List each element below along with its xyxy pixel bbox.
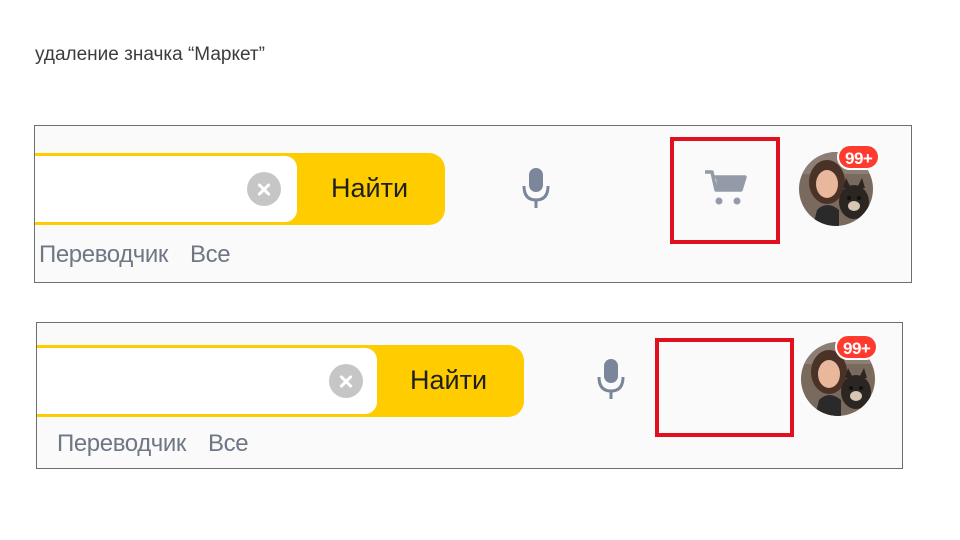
link-translator[interactable]: Переводчик	[39, 241, 168, 268]
service-links: Переводчик Все	[57, 430, 270, 458]
highlight-box	[655, 338, 794, 437]
link-translator[interactable]: Переводчик	[57, 430, 186, 457]
clear-icon[interactable]	[247, 172, 281, 206]
service-links: Переводчик Все	[39, 241, 252, 269]
search-bar: Найти	[37, 345, 524, 417]
highlight-box	[670, 137, 780, 244]
notification-badge: 99+	[837, 144, 881, 170]
find-button[interactable]: Найти	[331, 173, 408, 204]
link-all[interactable]: Все	[190, 241, 231, 268]
search-bar: Найти	[35, 153, 445, 225]
search-input[interactable]	[37, 348, 377, 414]
header-after-screenshot: Найти 99+ Переводчик Все	[36, 322, 903, 469]
microphone-icon[interactable]	[594, 357, 628, 401]
microphone-icon[interactable]	[519, 166, 553, 210]
clear-icon[interactable]	[329, 364, 363, 398]
notification-badge: 99+	[835, 334, 879, 360]
link-all[interactable]: Все	[208, 430, 249, 457]
header-before-screenshot: Найти 99+ Переводчик Все	[34, 125, 912, 283]
find-button[interactable]: Найти	[410, 365, 487, 396]
slide-caption: удаление значка “Маркет”	[35, 44, 265, 65]
